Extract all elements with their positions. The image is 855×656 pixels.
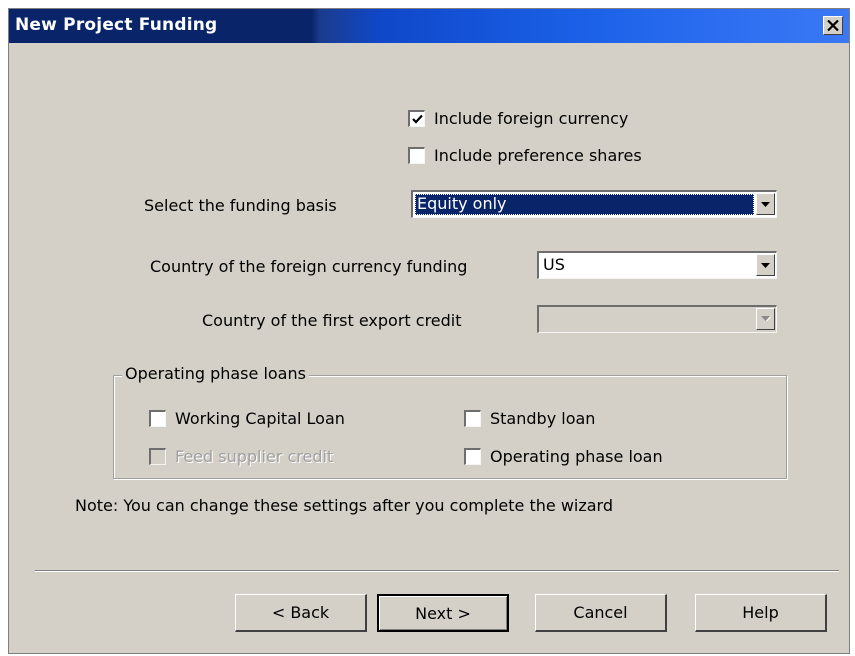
operating-phase-loan-checkbox[interactable]: Operating phase loan — [464, 447, 663, 466]
foreign-currency-country-value: US — [543, 255, 565, 274]
export-credit-country-dropdown-button — [756, 308, 775, 330]
include-preference-shares-checkbox[interactable]: Include preference shares — [408, 146, 642, 165]
standby-loan-checkbox[interactable]: Standby loan — [464, 409, 595, 428]
standby-loan-label: Standby loan — [490, 409, 596, 428]
close-icon — [827, 20, 839, 31]
title-bar[interactable]: New Project Funding — [9, 9, 849, 43]
checkmark-icon — [411, 114, 423, 124]
export-credit-country-value — [541, 309, 754, 330]
chevron-down-icon — [761, 262, 770, 268]
foreign-currency-country-select[interactable]: US — [537, 251, 777, 279]
include-foreign-currency-checkbox[interactable]: Include foreign currency — [408, 109, 628, 128]
dialog-window: New Project Funding Include foreign curr… — [8, 8, 850, 654]
checkbox-box — [149, 448, 166, 465]
cancel-button[interactable]: Cancel — [535, 594, 667, 632]
feed-supplier-credit-label: Feed supplier credit — [175, 447, 334, 466]
export-credit-country-label: Country of the first export credit — [202, 311, 462, 330]
operating-phase-loans-title: Operating phase loans — [122, 364, 309, 383]
note-text: Note: You can change these settings afte… — [75, 496, 613, 515]
funding-basis-select[interactable]: Equity only — [411, 190, 777, 218]
close-button[interactable] — [823, 16, 843, 35]
next-button[interactable]: Next > — [377, 594, 509, 632]
back-button[interactable]: < Back — [235, 594, 367, 632]
checkbox-box[interactable] — [464, 410, 481, 427]
funding-basis-label: Select the funding basis — [144, 196, 337, 215]
operating-phase-loans-group: Operating phase loans Working Capital Lo… — [113, 364, 787, 479]
export-credit-country-select — [537, 305, 777, 333]
checkbox-box[interactable] — [408, 110, 425, 127]
working-capital-loan-label: Working Capital Loan — [175, 409, 345, 428]
checkbox-box[interactable] — [464, 448, 481, 465]
include-foreign-currency-label: Include foreign currency — [434, 109, 629, 128]
help-button[interactable]: Help — [695, 594, 827, 632]
window-title: New Project Funding — [15, 15, 218, 35]
operating-phase-loan-label: Operating phase loan — [490, 447, 663, 466]
checkbox-box[interactable] — [408, 147, 425, 164]
foreign-currency-country-label: Country of the foreign currency funding — [150, 257, 468, 276]
working-capital-loan-checkbox[interactable]: Working Capital Loan — [149, 409, 345, 428]
feed-supplier-credit-checkbox: Feed supplier credit — [149, 447, 333, 466]
foreign-currency-country-dropdown-button[interactable] — [756, 254, 775, 276]
funding-basis-dropdown-button[interactable] — [756, 193, 775, 215]
checkbox-box[interactable] — [149, 410, 166, 427]
funding-basis-value: Equity only — [415, 194, 754, 215]
button-separator — [35, 570, 839, 572]
chevron-down-icon — [761, 201, 770, 207]
include-preference-shares-label: Include preference shares — [434, 146, 642, 165]
chevron-down-icon — [760, 316, 771, 322]
